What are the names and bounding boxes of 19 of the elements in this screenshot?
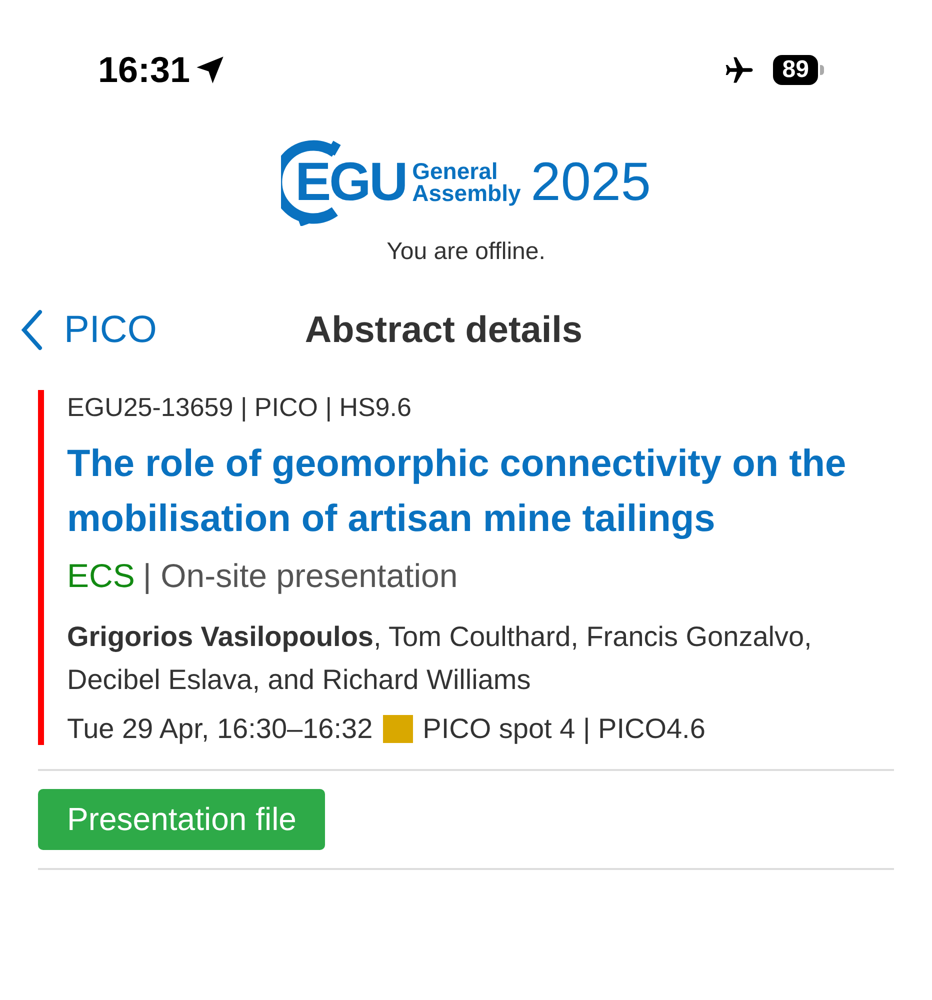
logo-year: 2025 (530, 151, 651, 213)
location-color-square (382, 715, 413, 743)
egu-logo: EGU (281, 138, 406, 226)
offline-notice: You are offline. (386, 238, 546, 266)
presentation-file-button[interactable]: Presentation file (38, 789, 326, 850)
ecs-label: ECS (67, 557, 135, 595)
back-button[interactable]: PICO (20, 308, 157, 352)
session-time: Tue 29 Apr, 16:30–16:32 (67, 713, 373, 745)
status-time: 16:31 (98, 49, 190, 91)
logo-text: General (412, 160, 499, 182)
session-location: PICO spot 4 | PICO4.6 (422, 713, 706, 745)
location-arrow-icon (194, 54, 226, 86)
presentation-type: | On-site presentation (142, 557, 458, 595)
chevron-left-icon (20, 309, 44, 351)
abstract-id: EGU25-13659 | PICO | HS9.6 (67, 392, 412, 423)
logo-text: Assembly (412, 182, 521, 204)
abstract-title: The role of geomorphic connectivity on the mobilisation of artisan mine tailings (67, 442, 848, 542)
page-title: Abstract details (304, 309, 582, 351)
author-list: Grigorios Vasilopoulos, Tom Coulthard, Francis Gonzalvo, Decibel Eslava, and Richard Williams (67, 615, 907, 701)
